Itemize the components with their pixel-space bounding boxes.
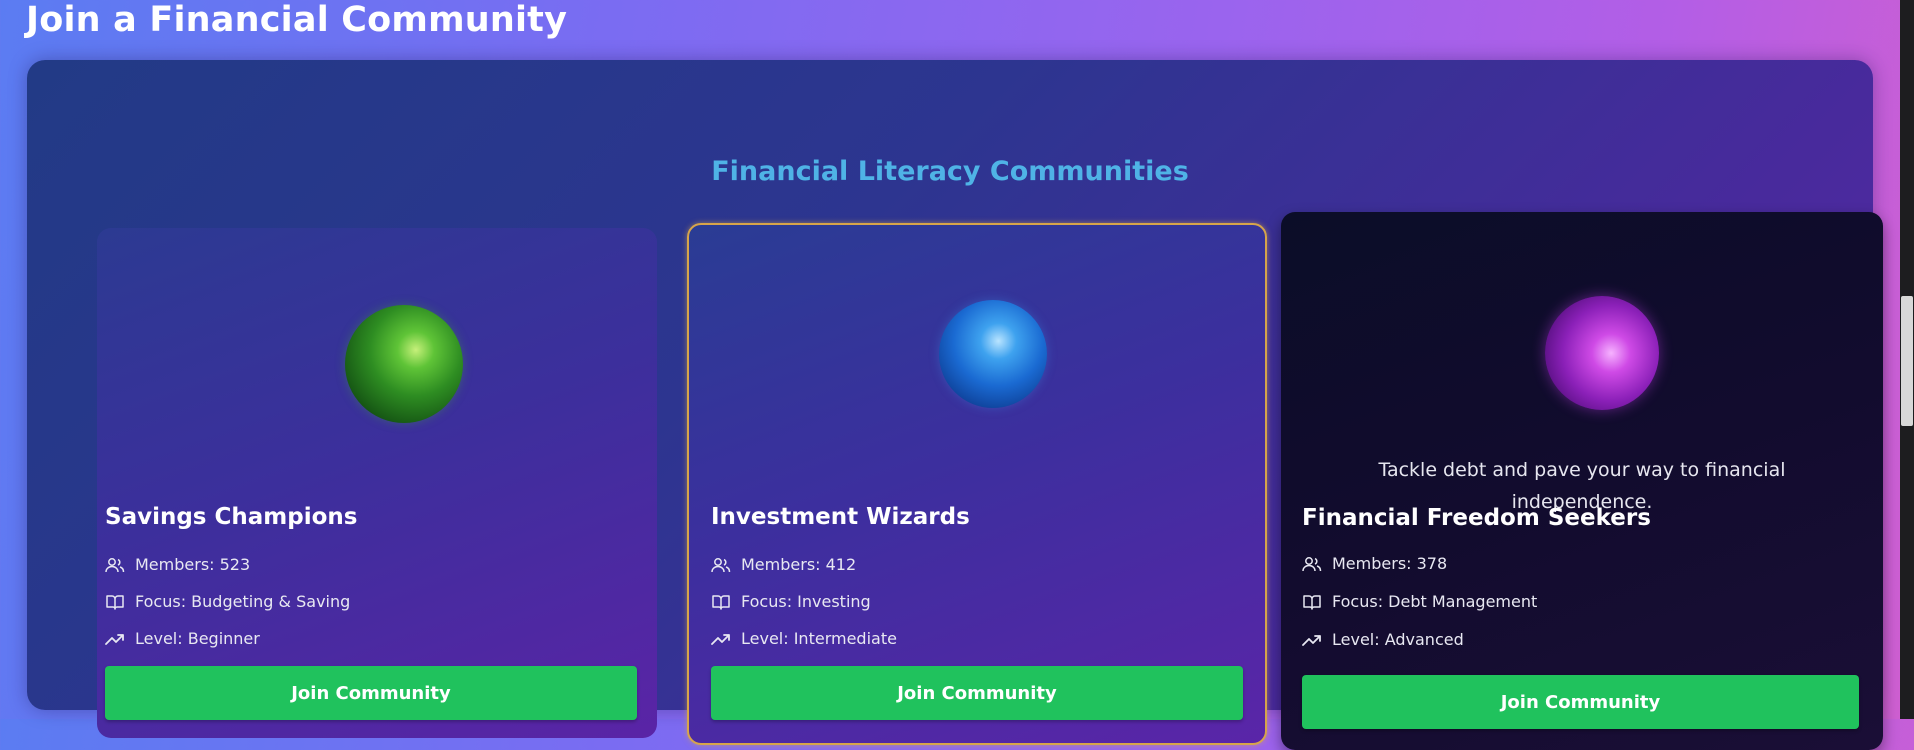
join-community-button[interactable]: Join Community bbox=[1302, 675, 1859, 729]
users-icon bbox=[1302, 556, 1322, 572]
focus-text: Focus: Investing bbox=[741, 592, 871, 611]
section-title: Financial Literacy Communities bbox=[711, 156, 1189, 187]
trending-up-icon bbox=[105, 631, 125, 647]
trending-up-icon bbox=[711, 631, 731, 647]
green-orb-icon bbox=[345, 305, 463, 423]
join-community-button[interactable]: Join Community bbox=[711, 666, 1243, 720]
trending-up-icon bbox=[1302, 632, 1322, 648]
book-icon bbox=[1302, 594, 1322, 610]
members-row: Members: 523 bbox=[105, 555, 250, 574]
level-row: Level: Beginner bbox=[105, 629, 260, 648]
purple-orb-icon bbox=[1545, 296, 1659, 410]
members-count: Members: 523 bbox=[135, 555, 251, 574]
communities-panel: Financial Literacy Communities Savings C… bbox=[27, 60, 1883, 750]
book-icon bbox=[711, 594, 731, 610]
members-count: Members: 412 bbox=[741, 555, 857, 574]
focus-row: Focus: Debt Management bbox=[1302, 592, 1537, 611]
blue-orb-icon bbox=[939, 300, 1047, 408]
card-title: Financial Freedom Seekers bbox=[1302, 505, 1651, 531]
level-row: Level: Intermediate bbox=[711, 629, 897, 648]
book-icon bbox=[105, 594, 125, 610]
users-icon bbox=[711, 557, 731, 573]
focus-text: Focus: Budgeting & Saving bbox=[135, 592, 351, 611]
community-card-financial-freedom-seekers[interactable]: Tackle debt and pave your way to financi… bbox=[1281, 212, 1883, 750]
join-community-button[interactable]: Join Community bbox=[105, 666, 637, 720]
scrollbar-thumb[interactable] bbox=[1901, 296, 1913, 426]
community-card-investment-wizards[interactable]: Investment Wizards Members: 412 Focus: I… bbox=[687, 223, 1267, 745]
level-text: Level: Beginner bbox=[135, 629, 260, 648]
card-title: Savings Champions bbox=[105, 504, 358, 530]
focus-row: Focus: Budgeting & Saving bbox=[105, 592, 350, 611]
page-title: Join a Financial Community bbox=[26, 0, 568, 40]
card-title: Investment Wizards bbox=[711, 504, 970, 530]
community-card-savings-champions[interactable]: Savings Champions Members: 523 Focus: Bu… bbox=[97, 228, 657, 738]
members-count: Members: 378 bbox=[1332, 554, 1448, 573]
level-text: Level: Intermediate bbox=[741, 629, 897, 648]
vertical-scrollbar[interactable] bbox=[1900, 0, 1914, 719]
level-row: Level: Advanced bbox=[1302, 630, 1464, 649]
members-row: Members: 378 bbox=[1302, 554, 1447, 573]
focus-row: Focus: Investing bbox=[711, 592, 871, 611]
focus-text: Focus: Debt Management bbox=[1332, 592, 1538, 611]
users-icon bbox=[105, 557, 125, 573]
members-row: Members: 412 bbox=[711, 555, 856, 574]
level-text: Level: Advanced bbox=[1332, 630, 1464, 649]
